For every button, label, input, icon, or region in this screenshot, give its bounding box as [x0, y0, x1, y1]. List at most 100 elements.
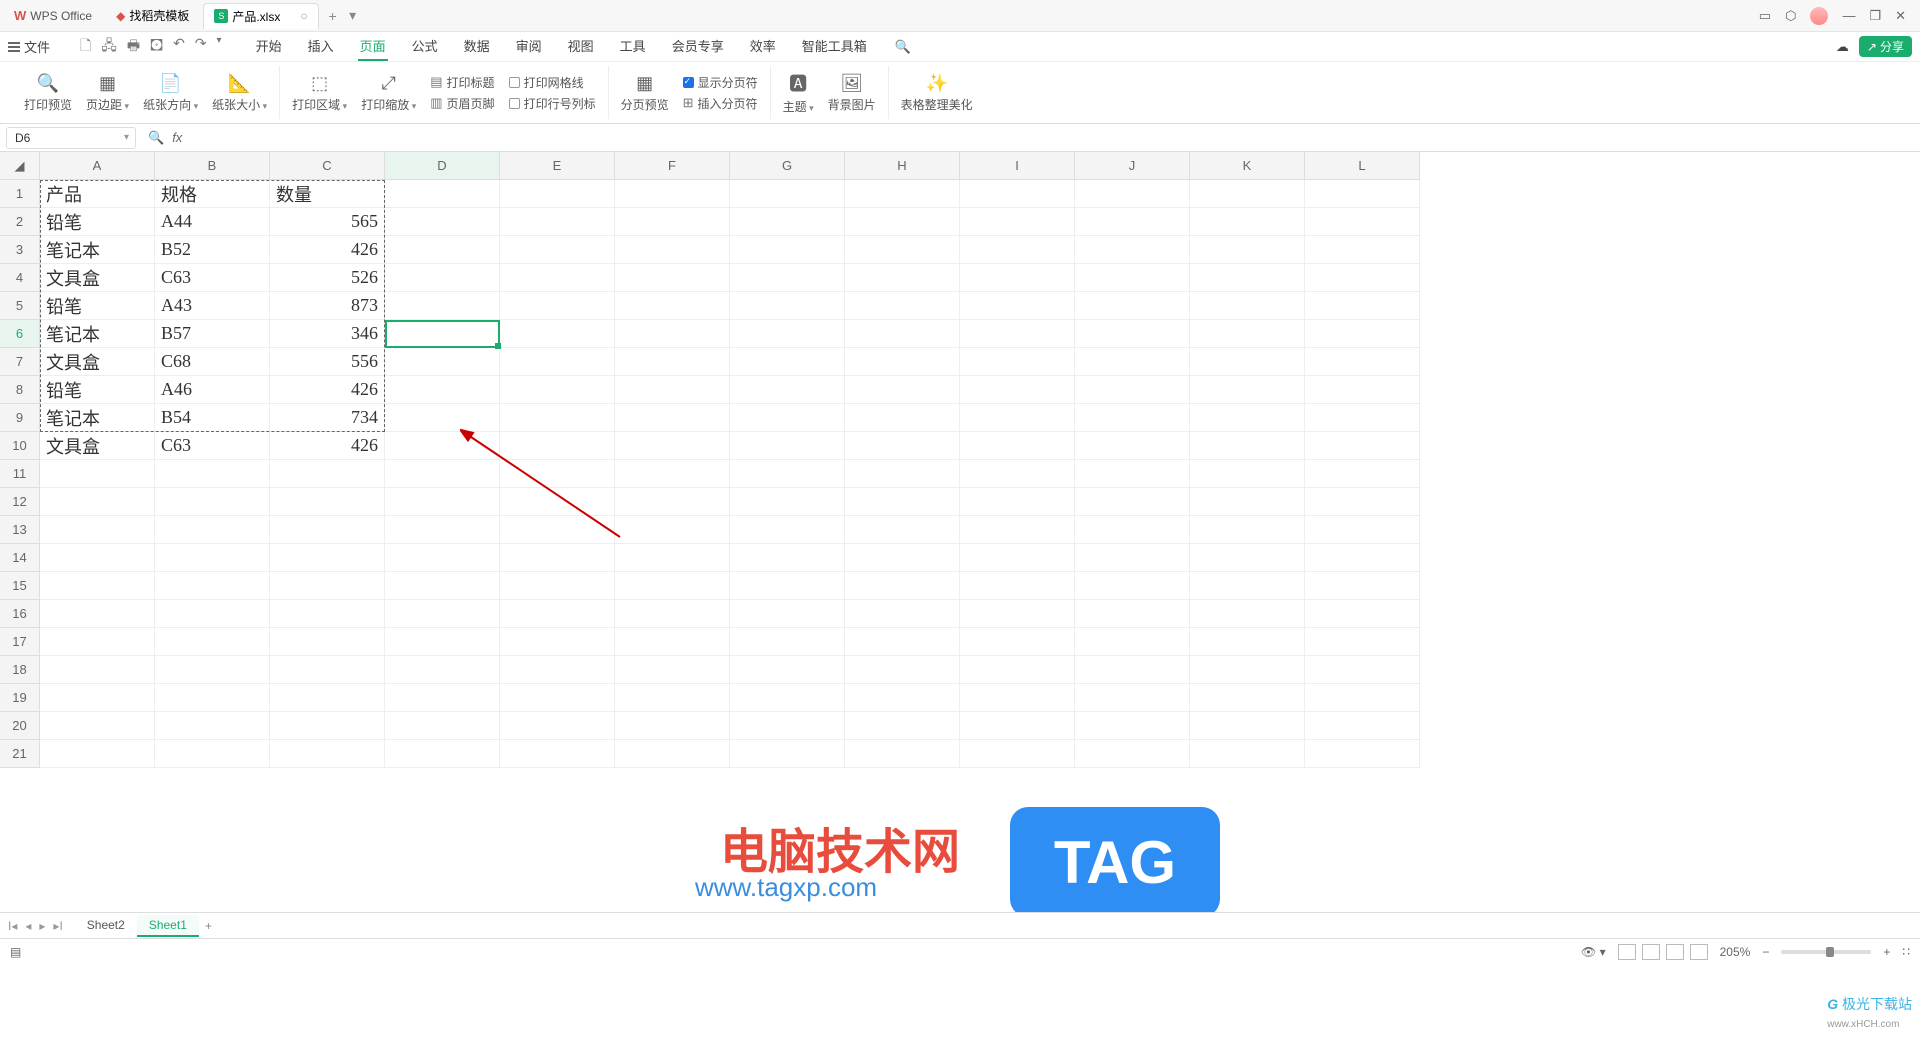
- qat-dropdown-icon[interactable]: ▾: [217, 35, 222, 59]
- eye-icon[interactable]: 👁 ▾: [1581, 945, 1606, 959]
- cell[interactable]: [1305, 264, 1420, 292]
- cell[interactable]: [730, 348, 845, 376]
- cell[interactable]: 产品: [40, 180, 155, 208]
- page-break-preview-button[interactable]: ▦分页预览: [621, 66, 669, 119]
- cell[interactable]: [1190, 460, 1305, 488]
- file-menu[interactable]: 文件: [8, 37, 50, 56]
- cell[interactable]: [615, 404, 730, 432]
- row-header[interactable]: 15: [0, 572, 40, 600]
- cell[interactable]: [500, 208, 615, 236]
- cell[interactable]: [385, 292, 500, 320]
- view-normal-icon[interactable]: [1618, 944, 1636, 960]
- row-header[interactable]: 21: [0, 740, 40, 768]
- paper-size-button[interactable]: 📐纸张大小: [212, 66, 267, 119]
- cell[interactable]: [960, 264, 1075, 292]
- cell[interactable]: [730, 740, 845, 768]
- cell[interactable]: [1305, 544, 1420, 572]
- cell[interactable]: [960, 180, 1075, 208]
- cell[interactable]: [1190, 208, 1305, 236]
- cell[interactable]: [40, 600, 155, 628]
- cell[interactable]: [1075, 432, 1190, 460]
- cell[interactable]: [500, 264, 615, 292]
- cell[interactable]: [1305, 460, 1420, 488]
- name-box[interactable]: D6: [6, 127, 136, 149]
- minimize-button[interactable]: —: [1842, 8, 1855, 23]
- cell[interactable]: [615, 348, 730, 376]
- cell[interactable]: 文具盒: [40, 432, 155, 460]
- ribbon-tab[interactable]: 公式: [410, 32, 440, 61]
- cell[interactable]: [845, 740, 960, 768]
- cell[interactable]: [155, 488, 270, 516]
- cell[interactable]: 873: [270, 292, 385, 320]
- cell[interactable]: [270, 488, 385, 516]
- cell[interactable]: [385, 320, 500, 348]
- column-header[interactable]: A: [40, 152, 155, 180]
- qat-preview-icon[interactable]: 🖸: [150, 35, 163, 59]
- cell[interactable]: [1075, 572, 1190, 600]
- cell[interactable]: [385, 600, 500, 628]
- cube-icon[interactable]: ⬡: [1785, 8, 1796, 24]
- show-break-checkbox[interactable]: 显示分页符: [683, 74, 758, 91]
- cell[interactable]: C63: [155, 264, 270, 292]
- print-title-button[interactable]: ▤打印标题: [430, 74, 494, 91]
- cell[interactable]: [960, 516, 1075, 544]
- cell[interactable]: [845, 208, 960, 236]
- column-header[interactable]: D: [385, 152, 500, 180]
- cell[interactable]: [500, 292, 615, 320]
- ribbon-tab[interactable]: 智能工具箱: [800, 32, 869, 61]
- cell[interactable]: [500, 236, 615, 264]
- column-header[interactable]: J: [1075, 152, 1190, 180]
- cell[interactable]: [1190, 180, 1305, 208]
- cell[interactable]: [960, 684, 1075, 712]
- cell[interactable]: A44: [155, 208, 270, 236]
- cell[interactable]: [845, 656, 960, 684]
- cell[interactable]: [1190, 544, 1305, 572]
- cell[interactable]: [1075, 600, 1190, 628]
- cell[interactable]: [385, 488, 500, 516]
- column-header[interactable]: H: [845, 152, 960, 180]
- cell[interactable]: [385, 544, 500, 572]
- cell[interactable]: [270, 544, 385, 572]
- cell[interactable]: [615, 460, 730, 488]
- ribbon-tab[interactable]: 插入: [306, 32, 336, 61]
- panel-icon[interactable]: ▭: [1759, 8, 1771, 24]
- insert-break-button[interactable]: ⊞插入分页符: [683, 95, 758, 112]
- cell[interactable]: [385, 684, 500, 712]
- cell[interactable]: [1305, 404, 1420, 432]
- ribbon-tab[interactable]: 工具: [618, 32, 648, 61]
- cloud-sync-icon[interactable]: ☁: [1836, 39, 1849, 55]
- ribbon-tab[interactable]: 页面: [358, 32, 388, 61]
- cell[interactable]: 笔记本: [40, 320, 155, 348]
- select-all-corner[interactable]: ◢: [0, 152, 40, 180]
- cell[interactable]: [500, 544, 615, 572]
- cell[interactable]: [385, 348, 500, 376]
- row-header[interactable]: 18: [0, 656, 40, 684]
- cell[interactable]: [1190, 376, 1305, 404]
- new-tab-button[interactable]: +: [323, 8, 343, 24]
- cell[interactable]: [1305, 740, 1420, 768]
- cell[interactable]: [1305, 516, 1420, 544]
- cell[interactable]: 数量: [270, 180, 385, 208]
- view-fullscreen-icon[interactable]: [1690, 944, 1708, 960]
- cell[interactable]: [500, 656, 615, 684]
- cell[interactable]: [1190, 236, 1305, 264]
- cell[interactable]: [385, 376, 500, 404]
- cell[interactable]: [615, 656, 730, 684]
- cell[interactable]: [1075, 320, 1190, 348]
- cell[interactable]: [40, 628, 155, 656]
- cell[interactable]: [1075, 236, 1190, 264]
- cell[interactable]: [1075, 292, 1190, 320]
- cell[interactable]: [960, 488, 1075, 516]
- cell[interactable]: 铅笔: [40, 292, 155, 320]
- page-margin-button[interactable]: ▦页边距: [86, 66, 129, 119]
- ribbon-tab[interactable]: 视图: [566, 32, 596, 61]
- cell[interactable]: [615, 572, 730, 600]
- cell[interactable]: [1190, 712, 1305, 740]
- cell[interactable]: [960, 628, 1075, 656]
- cell[interactable]: [1305, 236, 1420, 264]
- cell[interactable]: [730, 684, 845, 712]
- cell[interactable]: 346: [270, 320, 385, 348]
- theme-button[interactable]: 🅰主题: [783, 66, 814, 119]
- cell[interactable]: [1075, 376, 1190, 404]
- cell[interactable]: [960, 460, 1075, 488]
